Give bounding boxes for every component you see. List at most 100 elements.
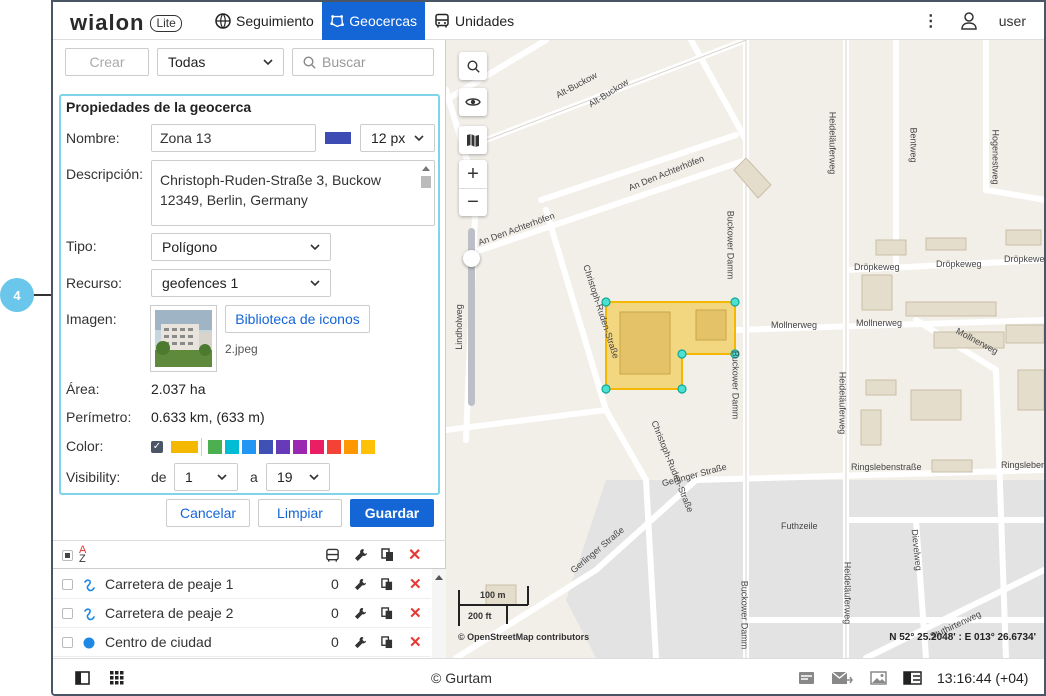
wrench-icon[interactable] [354,548,368,562]
sort-az-icon[interactable]: AZ [79,545,86,565]
street-label: Dröpkeweg [936,259,982,269]
palette-color-swatch[interactable] [259,440,273,454]
tab-seguimiento[interactable]: Seguimiento [207,2,322,40]
select-all-checkbox[interactable] [62,550,73,561]
geofence-icon [330,15,344,28]
palette-color-swatch[interactable] [242,440,256,454]
street-label: Buckower Damm [725,210,736,280]
app-window: wialon Lite Seguimiento Geocercas Unidad… [51,0,1046,696]
visibility-from-select[interactable]: 1 [174,463,238,491]
user-icon[interactable] [961,12,977,30]
messages-icon[interactable] [831,671,853,685]
wrench-icon[interactable] [354,607,367,620]
notifications-icon[interactable] [798,671,815,685]
color-checkbox[interactable]: ✓ [151,441,163,453]
apps-grid-icon[interactable] [110,671,124,685]
copy-icon[interactable] [381,607,393,620]
visibility-from-value: 1 [185,469,193,485]
logo: wialon Lite [70,10,182,36]
zoom-slider-handle[interactable] [463,250,480,267]
row-checkbox[interactable] [62,578,73,590]
map-layers-button[interactable] [459,126,487,154]
create-button[interactable]: Crear [65,48,149,76]
list-item[interactable]: Centro de ciudad 0 ✕ [53,628,431,657]
selected-color-swatch[interactable] [171,441,198,453]
map-coordinates: N 52° 25.2048' : E 013° 26.6734' [889,632,1036,643]
callout-badge: 4 [0,278,34,312]
line-color-swatch[interactable] [325,132,351,144]
delete-icon[interactable]: ✕ [409,604,422,622]
building-photo-icon [155,310,212,367]
delete-icon[interactable]: ✕ [409,575,422,593]
bus-icon[interactable] [325,548,340,563]
resource-select[interactable]: geofences 1 [151,269,331,297]
chevron-down-icon [310,280,320,287]
image-icon[interactable] [870,671,887,685]
list-item[interactable]: Carretera de peaje 2 0 ✕ [53,599,431,628]
resource-value: geofences 1 [162,275,239,291]
tab-geocercas[interactable]: Geocercas [322,2,425,40]
tab-label: Geocercas [349,13,417,29]
tab-unidades[interactable]: Unidades [426,2,522,40]
copy-icon[interactable] [381,548,394,562]
visibility-to-select[interactable]: 19 [266,463,330,491]
delete-icon[interactable]: ✕ [409,633,422,651]
search-input[interactable]: Buscar [292,48,434,76]
street-label: Buckower Damm [730,350,741,420]
palette-color-swatch[interactable] [293,440,307,454]
map-visibility-button[interactable] [459,88,487,116]
palette-color-swatch[interactable] [310,440,324,454]
copy-icon[interactable] [381,636,393,649]
palette-color-swatch[interactable] [327,440,341,454]
geofence-panel: Crear Todas Buscar Propiedades de la geo… [53,40,446,658]
cancel-button[interactable]: Cancelar [166,499,250,527]
wrench-icon[interactable] [354,578,367,591]
properties-title: Propiedades de la geocerca [66,99,252,115]
map-search-button[interactable] [459,52,487,80]
chevron-down-icon [310,244,320,251]
map-view[interactable]: Alt-Buckow Alt-Buckow An Den Achterhöfen… [446,40,1044,658]
icon-library-button[interactable]: Biblioteca de iconos [225,305,370,333]
chevron-down-icon [414,135,424,142]
layout-icon[interactable] [903,671,922,685]
name-input[interactable]: Zona 13 [151,124,316,152]
top-right-menu: ⋮ user [923,2,1026,40]
street-label: Heideläuferweg [842,561,853,625]
scale-meters: 100 m [480,590,506,600]
zoom-in-button[interactable]: + [467,160,479,188]
list-scrollbar[interactable] [432,569,446,658]
palette-divider [201,438,202,456]
palette-color-swatch[interactable] [361,440,375,454]
geofence-properties-form: Propiedades de la geocerca Nombre: Zona … [59,94,440,495]
user-name[interactable]: user [999,13,1026,29]
wrench-icon[interactable] [354,636,367,649]
delete-all-icon[interactable]: ✕ [408,545,421,565]
palette-color-swatch[interactable] [225,440,239,454]
palette-color-swatch[interactable] [344,440,358,454]
save-button[interactable]: Guardar [350,499,434,527]
copy-icon[interactable] [381,578,393,591]
map-canvas[interactable] [446,40,1044,658]
search-icon [466,59,480,73]
geofence-count: 0 [331,605,339,621]
map-icon [467,134,479,147]
more-menu-icon[interactable]: ⋮ [923,11,939,31]
type-select[interactable]: Polígono [151,233,331,261]
list-item[interactable]: Carretera de peaje 1 0 ✕ [53,570,431,599]
palette-color-swatch[interactable] [276,440,290,454]
row-checkbox[interactable] [62,607,73,619]
row-checkbox[interactable] [62,636,73,648]
line-width-select[interactable]: 12 px [360,124,435,152]
clear-button[interactable]: Limpiar [258,499,342,527]
description-scrollbar[interactable] [420,162,432,224]
street-label: Hogenestweg [990,129,1001,185]
zoom-out-button[interactable]: − [459,188,487,216]
palette-color-swatch[interactable] [208,440,222,454]
logo-badge: Lite [150,14,182,32]
geofence-image-thumbnail[interactable] [150,305,217,372]
panel-toggle-icon[interactable] [75,671,90,685]
street-label: Heideläuferweg [827,111,838,175]
search-icon [303,55,316,69]
description-textarea[interactable]: Christoph-Ruden-Straße 3, Buckow 12349, … [151,160,435,226]
filter-select[interactable]: Todas [157,48,284,76]
